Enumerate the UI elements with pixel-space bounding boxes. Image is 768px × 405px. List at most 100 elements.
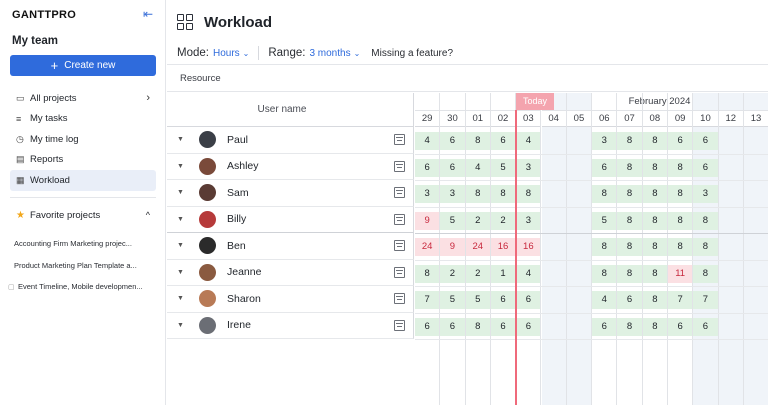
user-row[interactable]: ▼ Jeanne bbox=[167, 259, 414, 286]
workload-cell[interactable]: 8 bbox=[617, 158, 642, 177]
workload-cell[interactable]: 6 bbox=[440, 158, 465, 177]
workload-cell[interactable]: 9 bbox=[440, 238, 465, 256]
workload-cell[interactable]: 8 bbox=[642, 238, 667, 256]
workload-cell[interactable]: 8 bbox=[617, 238, 642, 256]
workload-cell[interactable]: 8 bbox=[642, 317, 667, 336]
user-row[interactable]: ▼ Sharon bbox=[167, 286, 414, 313]
workload-cell[interactable]: 8 bbox=[592, 264, 617, 283]
workload-cell[interactable]: 4 bbox=[415, 132, 440, 150]
sidebar-item-my-tasks[interactable]: ≡ My tasks bbox=[10, 109, 156, 130]
workload-cell[interactable]: 1 bbox=[490, 264, 516, 283]
workload-cell[interactable]: 4 bbox=[592, 291, 617, 309]
workload-cell[interactable]: 6 bbox=[592, 158, 617, 177]
workload-cell[interactable]: 8 bbox=[642, 211, 667, 230]
workload-cell[interactable]: 6 bbox=[415, 317, 440, 336]
workload-cell[interactable]: 3 bbox=[693, 185, 718, 203]
expand-caret-icon[interactable]: ▼ bbox=[177, 242, 184, 249]
workload-cell[interactable]: 8 bbox=[617, 317, 642, 336]
chevron-down-icon[interactable]: ⌄ bbox=[354, 49, 361, 58]
workload-cell[interactable]: 8 bbox=[668, 158, 693, 177]
workload-cell[interactable]: 8 bbox=[668, 238, 693, 256]
workload-cell[interactable]: 6 bbox=[516, 291, 541, 309]
workload-cell[interactable]: 6 bbox=[415, 158, 440, 177]
calendar-icon[interactable] bbox=[394, 160, 405, 172]
workload-cell[interactable]: 8 bbox=[617, 211, 642, 230]
workload-cell[interactable]: 6 bbox=[617, 291, 642, 309]
workload-cell[interactable]: 8 bbox=[465, 317, 490, 336]
workload-cell[interactable]: 8 bbox=[642, 291, 667, 309]
missing-feature-link[interactable]: Missing a feature? bbox=[371, 48, 453, 59]
workload-cell[interactable]: 5 bbox=[440, 291, 465, 309]
user-row[interactable]: ▼ Sam bbox=[167, 180, 414, 207]
workload-cell[interactable]: 6 bbox=[490, 291, 516, 309]
workload-cell[interactable]: 6 bbox=[592, 317, 617, 336]
workload-cell[interactable]: 5 bbox=[465, 291, 490, 309]
workload-cell[interactable]: 6 bbox=[668, 132, 693, 150]
expand-caret-icon[interactable]: ▼ bbox=[177, 216, 184, 223]
workload-cell[interactable]: 8 bbox=[490, 185, 516, 203]
workload-cell[interactable]: 2 bbox=[465, 211, 490, 230]
workload-cell[interactable]: 16 bbox=[516, 238, 541, 256]
workload-cell[interactable]: 8 bbox=[592, 238, 617, 256]
workload-cell[interactable]: 3 bbox=[440, 185, 465, 203]
workload-cell[interactable]: 8 bbox=[668, 211, 693, 230]
workload-cell[interactable]: 6 bbox=[490, 317, 516, 336]
workload-cell[interactable]: 6 bbox=[693, 317, 718, 336]
calendar-icon[interactable] bbox=[394, 266, 405, 278]
sidebar-item-all-projects[interactable]: ▭ All projects › bbox=[10, 88, 156, 109]
workload-cell[interactable]: 8 bbox=[617, 132, 642, 150]
workload-cell[interactable]: 24 bbox=[465, 238, 490, 256]
mode-select[interactable]: Hours bbox=[213, 48, 240, 59]
expand-caret-icon[interactable]: ▼ bbox=[177, 322, 184, 329]
workload-cell[interactable]: 8 bbox=[415, 264, 440, 283]
workload-cell[interactable]: 8 bbox=[693, 211, 718, 230]
workload-cell[interactable]: 11 bbox=[668, 264, 693, 283]
create-new-button[interactable]: + Create new bbox=[10, 55, 156, 76]
workload-cell[interactable]: 6 bbox=[440, 317, 465, 336]
workload-cell[interactable]: 6 bbox=[440, 132, 465, 150]
user-row[interactable]: ▼ Irene bbox=[167, 312, 414, 339]
workload-cell[interactable]: 5 bbox=[440, 211, 465, 230]
range-select[interactable]: 3 months bbox=[309, 48, 350, 59]
expand-caret-icon[interactable]: ▼ bbox=[177, 136, 184, 143]
calendar-icon[interactable] bbox=[394, 187, 405, 199]
workload-cell[interactable]: 5 bbox=[490, 158, 516, 177]
workload-cell[interactable]: 8 bbox=[642, 158, 667, 177]
workload-cell[interactable]: 6 bbox=[668, 317, 693, 336]
workload-cell[interactable]: 6 bbox=[693, 132, 718, 150]
chevron-down-icon[interactable]: ⌄ bbox=[243, 49, 250, 58]
user-row[interactable]: ▼ Ben bbox=[167, 233, 414, 260]
workload-cell[interactable]: 8 bbox=[592, 185, 617, 203]
favorite-project-item[interactable]: Product Marketing Plan Template a... bbox=[14, 255, 159, 277]
workload-cell[interactable]: 8 bbox=[693, 238, 718, 256]
workload-cell[interactable]: 6 bbox=[516, 317, 541, 336]
workload-cell[interactable]: 8 bbox=[617, 264, 642, 283]
workload-cell[interactable]: 8 bbox=[465, 185, 490, 203]
workload-cell[interactable]: 5 bbox=[592, 211, 617, 230]
calendar-icon[interactable] bbox=[394, 319, 405, 331]
expand-caret-icon[interactable]: ▼ bbox=[177, 269, 184, 276]
workload-cell[interactable]: 6 bbox=[490, 132, 516, 150]
calendar-icon[interactable] bbox=[394, 293, 405, 305]
sidebar-item-reports[interactable]: ▤ Reports bbox=[10, 150, 156, 171]
favorite-project-item[interactable]: Accounting Firm Marketing projec... bbox=[14, 233, 159, 255]
sidebar-item-my-time-log[interactable]: ◷ My time log bbox=[10, 129, 156, 150]
workload-cell[interactable]: 2 bbox=[465, 264, 490, 283]
expand-caret-icon[interactable]: ▼ bbox=[177, 189, 184, 196]
workload-cell[interactable]: 7 bbox=[693, 291, 718, 309]
workload-cell[interactable]: 6 bbox=[693, 158, 718, 177]
favorite-projects-toggle[interactable]: ★ Favorite projects ^ bbox=[10, 206, 156, 224]
calendar-icon[interactable] bbox=[394, 240, 405, 252]
workload-cell[interactable]: 16 bbox=[490, 238, 516, 256]
workload-cell[interactable]: 3 bbox=[415, 185, 440, 203]
workload-cell[interactable]: 4 bbox=[516, 132, 541, 150]
user-row[interactable]: ▼ Ashley bbox=[167, 153, 414, 180]
workload-cell[interactable]: 7 bbox=[668, 291, 693, 309]
workload-cell[interactable]: 9 bbox=[415, 211, 440, 230]
workload-cell[interactable]: 3 bbox=[516, 211, 541, 230]
workload-cell[interactable]: 8 bbox=[516, 185, 541, 203]
workload-cell[interactable]: 3 bbox=[592, 132, 617, 150]
user-row[interactable]: ▼ Paul bbox=[167, 127, 414, 154]
user-row[interactable]: ▼ Billy bbox=[167, 206, 414, 233]
favorite-project-item[interactable]: ▢ Event Timeline, Mobile developmen... bbox=[8, 276, 159, 298]
